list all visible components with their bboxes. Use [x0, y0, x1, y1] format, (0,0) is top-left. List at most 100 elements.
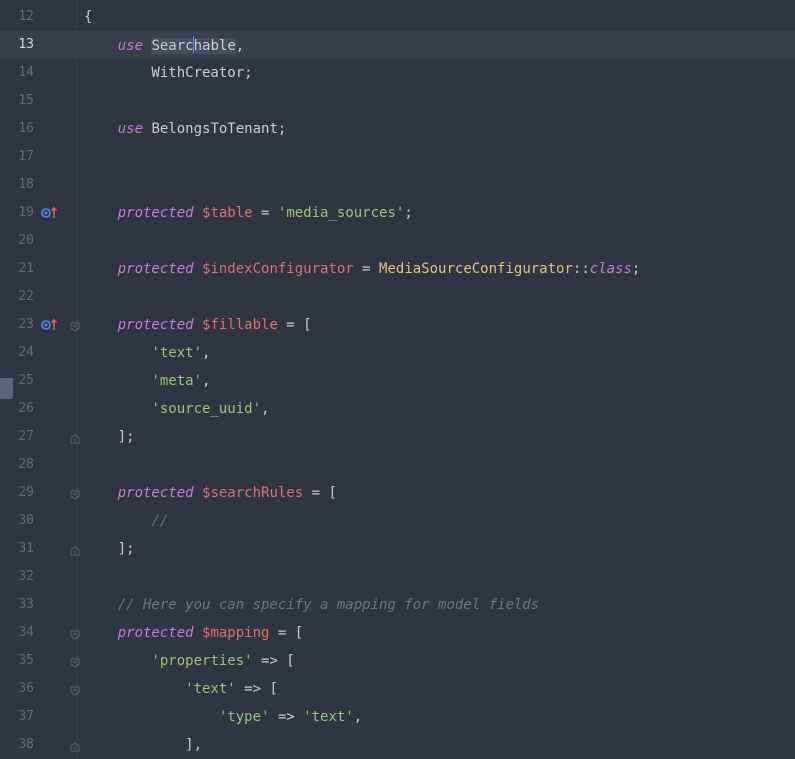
- line-code[interactable]: 'source_uuid',: [84, 400, 269, 418]
- line-code[interactable]: use BelongsToTenant;: [84, 120, 287, 138]
- code-line[interactable]: 23 protected $fillable = [: [0, 311, 795, 339]
- code-line[interactable]: 31 ];: [0, 535, 795, 563]
- code-token: ,: [353, 709, 363, 725]
- code-line[interactable]: 21 protected $indexConfigurator = MediaS…: [0, 255, 795, 283]
- line-code[interactable]: ],: [84, 736, 202, 754]
- fold-open-icon[interactable]: [70, 322, 80, 332]
- code-token: 'type': [218, 709, 270, 725]
- code-line[interactable]: 34 protected $mapping = [: [0, 619, 795, 647]
- override-up-icon[interactable]: [41, 317, 59, 333]
- code-line[interactable]: 27 ];: [0, 423, 795, 451]
- fold-open-icon[interactable]: [70, 658, 80, 668]
- code-line[interactable]: 15: [0, 87, 795, 115]
- line-code[interactable]: protected $table = 'media_sources';: [84, 204, 413, 222]
- code-line[interactable]: 20: [0, 227, 795, 255]
- line-code[interactable]: // Here you can specify a mapping for mo…: [84, 596, 539, 614]
- fold-close-icon[interactable]: [70, 742, 80, 752]
- line-code[interactable]: protected $searchRules = [: [84, 484, 337, 502]
- fold-open-icon[interactable]: [70, 630, 80, 640]
- line-number: 30: [18, 513, 34, 528]
- code-line[interactable]: 32: [0, 563, 795, 591]
- code-line[interactable]: 17: [0, 143, 795, 171]
- code-editor[interactable]: 12{13 use Searchable, 14 WithCreator; 15 16…: [0, 0, 795, 759]
- code-token: ,: [235, 38, 245, 54]
- code-line[interactable]: 12 {: [0, 3, 795, 31]
- code-line[interactable]: 16 use BelongsToTenant;: [0, 115, 795, 143]
- code-line[interactable]: 36 'text' => [: [0, 675, 795, 703]
- line-code[interactable]: protected $indexConfigurator = MediaSour…: [84, 260, 641, 278]
- fold-marker[interactable]: [70, 320, 80, 332]
- code-line[interactable]: 33 // Here you can specify a mapping for…: [0, 591, 795, 619]
- code-token: = [: [277, 317, 312, 333]
- code-line[interactable]: 22: [0, 283, 795, 311]
- fold-open-icon[interactable]: [70, 490, 80, 500]
- fold-marker[interactable]: [70, 488, 80, 500]
- code-line[interactable]: 35 'properties' => [: [0, 647, 795, 675]
- code-token: ],: [84, 737, 203, 753]
- fold-marker[interactable]: [70, 740, 80, 752]
- line-code[interactable]: 'text',: [84, 344, 210, 362]
- code-line[interactable]: 37 'type' => 'text',: [0, 703, 795, 731]
- line-code[interactable]: {: [84, 8, 92, 26]
- code-token: => [: [252, 653, 295, 669]
- code-line[interactable]: 14 WithCreator;: [0, 59, 795, 87]
- line-code[interactable]: 'meta',: [84, 372, 210, 390]
- line-code[interactable]: WithCreator;: [84, 64, 253, 82]
- line-number: 34: [18, 625, 34, 640]
- fold-close-icon[interactable]: [70, 546, 80, 556]
- code-token: 'text': [303, 709, 354, 725]
- line-number: 31: [18, 541, 34, 556]
- line-code[interactable]: 'text' => [: [84, 680, 278, 698]
- line-code[interactable]: 'properties' => [: [84, 652, 295, 670]
- code-line[interactable]: 24 'text',: [0, 339, 795, 367]
- code-token: protected: [117, 205, 194, 221]
- fold-marker[interactable]: [70, 656, 80, 668]
- line-code[interactable]: protected $mapping = [: [84, 624, 303, 642]
- line-code[interactable]: ];: [84, 540, 135, 558]
- code-token: Searc: [151, 38, 194, 54]
- fold-open-icon[interactable]: [70, 686, 80, 696]
- gutter-marker[interactable]: [41, 317, 59, 333]
- override-up-icon[interactable]: [41, 205, 59, 221]
- code-token: WithCreator;: [84, 65, 253, 81]
- code-line[interactable]: 30 //: [0, 507, 795, 535]
- code-token: =: [252, 205, 278, 221]
- line-code[interactable]: use Searchable,: [84, 36, 244, 55]
- code-token: {: [84, 9, 93, 25]
- code-token: ,: [261, 401, 270, 417]
- line-number: 37: [18, 709, 34, 724]
- code-token: = [: [269, 625, 304, 641]
- gutter-marker[interactable]: [41, 205, 59, 221]
- code-token: ,: [202, 373, 211, 389]
- code-line[interactable]: 28: [0, 451, 795, 479]
- line-number: 16: [18, 121, 34, 136]
- line-code[interactable]: 'type' => 'text',: [84, 708, 362, 726]
- fold-marker[interactable]: [70, 432, 80, 444]
- fold-marker[interactable]: [70, 628, 80, 640]
- code-token: use: [117, 121, 144, 137]
- line-code[interactable]: ];: [84, 428, 135, 446]
- code-line[interactable]: 18: [0, 171, 795, 199]
- code-line[interactable]: 25 'meta',: [0, 367, 795, 395]
- fold-close-icon[interactable]: [70, 434, 80, 444]
- code-line[interactable]: 13 use Searchable,: [0, 31, 795, 59]
- code-line[interactable]: 19 protected $table = 'media_sources';: [0, 199, 795, 227]
- line-number: 20: [18, 233, 34, 248]
- code-line[interactable]: 26 'source_uuid',: [0, 395, 795, 423]
- code-line[interactable]: 29 protected $searchRules = [: [0, 479, 795, 507]
- fold-marker[interactable]: [70, 684, 80, 696]
- line-number: 13: [18, 37, 34, 52]
- line-code[interactable]: //: [84, 512, 168, 530]
- fold-marker[interactable]: [70, 544, 80, 556]
- code-line[interactable]: 38 ],: [0, 731, 795, 759]
- line-code[interactable]: protected $fillable = [: [84, 316, 312, 334]
- line-number: 36: [18, 681, 34, 696]
